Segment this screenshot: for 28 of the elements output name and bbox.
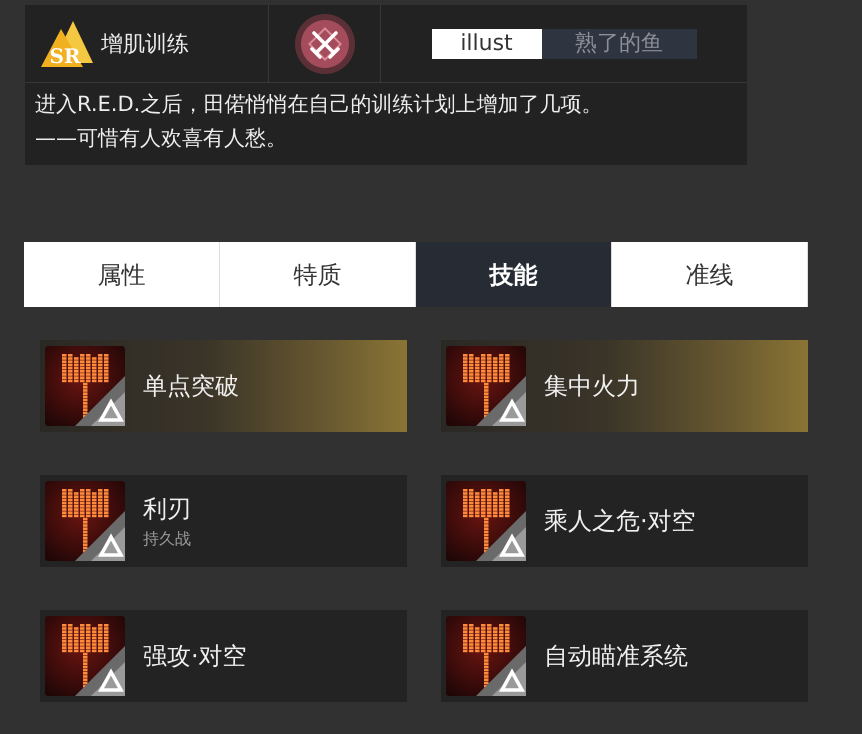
skill-icon: [45, 481, 125, 561]
skill-card[interactable]: 单点突破: [40, 340, 407, 432]
skill-card[interactable]: 乘人之危·对空: [441, 475, 808, 567]
skill-card[interactable]: 利刃 持久战: [40, 475, 407, 567]
skill-icon: [45, 346, 125, 426]
skill-name: 利刃: [143, 494, 191, 524]
tab[interactable]: 属性: [24, 242, 220, 307]
skill-subtitle: 持久战: [143, 528, 191, 550]
tab[interactable]: 技能: [416, 242, 612, 307]
skill-name: 乘人之危·对空: [544, 506, 696, 537]
skill-name: 强攻·对空: [143, 641, 247, 672]
tab[interactable]: 准线: [612, 242, 808, 307]
card-title: 增肌训练: [101, 30, 189, 58]
crossed-swords-icon: [294, 12, 356, 74]
tab[interactable]: 特质: [220, 242, 416, 307]
description-text: 进入R.E.D.之后，田偌悄悄在自己的训练计划上增加了几项。 ——可惜有人欢喜有人愁。: [34, 91, 604, 152]
skill-name: 自动瞄准系统: [544, 641, 688, 672]
skill-card[interactable]: 自动瞄准系统: [441, 610, 808, 702]
skill-name: 单点突破: [143, 371, 239, 402]
skill-name: 集中火力: [544, 371, 640, 402]
skill-card[interactable]: 强攻·对空: [40, 610, 407, 702]
skill-card[interactable]: 集中火力: [441, 340, 808, 432]
skill-icon: [446, 481, 526, 561]
skill-icon: [446, 346, 526, 426]
skill-icon: [45, 616, 125, 696]
skill-icon: [446, 616, 526, 696]
illust-label: illust: [432, 28, 542, 58]
illustrator-name: 熟了的鱼: [542, 28, 696, 58]
